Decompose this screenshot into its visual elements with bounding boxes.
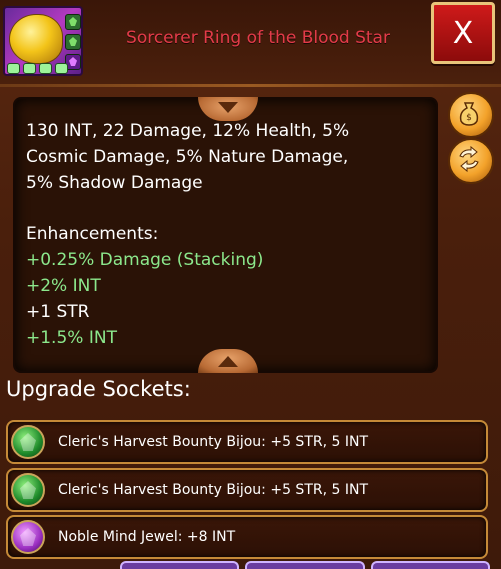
item-detail-window: Sorcerer Ring of the Blood Star X $ 130 … bbox=[0, 0, 501, 569]
enhancement-line: +0.25% Damage (Stacking) bbox=[26, 250, 264, 270]
svg-text:$: $ bbox=[466, 113, 472, 123]
swap-button[interactable] bbox=[448, 138, 494, 184]
item-stats: 130 INT, 22 Damage, 12% Health, 5% Cosmi… bbox=[26, 118, 426, 196]
socket-slot[interactable]: Cleric's Harvest Bounty Bijou: +5 STR, 5… bbox=[6, 420, 488, 464]
quality-dot bbox=[55, 63, 68, 74]
stats-line: Cosmic Damage, 5% Nature Damage, bbox=[26, 147, 349, 167]
enhancement-line: +2% INT bbox=[26, 276, 101, 296]
bottom-tab[interactable] bbox=[245, 561, 365, 569]
green-gem-icon bbox=[65, 14, 81, 30]
socket-label: Cleric's Harvest Bounty Bijou: +5 STR, 5… bbox=[58, 434, 369, 450]
stats-line: 5% Shadow Damage bbox=[26, 173, 203, 193]
golden-cat-head-icon[interactable] bbox=[3, 6, 83, 76]
close-button[interactable]: X bbox=[431, 2, 495, 64]
money-bag-icon: $ bbox=[459, 102, 479, 126]
quality-dots bbox=[7, 63, 68, 74]
socket-slot[interactable]: Noble Mind Jewel: +8 INT bbox=[6, 515, 488, 559]
quality-dot bbox=[23, 63, 36, 74]
enhancements-section: Enhancements: +0.25% Damage (Stacking) +… bbox=[26, 221, 426, 351]
green-gem-icon bbox=[11, 425, 45, 459]
swap-arrows-icon bbox=[459, 145, 479, 173]
stats-line: 130 INT, 22 Damage, 12% Health, 5% bbox=[26, 121, 350, 141]
socket-label: Noble Mind Jewel: +8 INT bbox=[58, 529, 236, 545]
header-divider bbox=[0, 84, 501, 87]
upgrade-sockets-heading: Upgrade Sockets: bbox=[6, 377, 191, 401]
enhancements-heading: Enhancements: bbox=[26, 224, 159, 244]
item-title: Sorcerer Ring of the Blood Star bbox=[126, 28, 390, 48]
purple-gem-icon bbox=[11, 520, 45, 554]
socket-slot[interactable]: Cleric's Harvest Bounty Bijou: +5 STR, 5… bbox=[6, 468, 488, 512]
quality-dot bbox=[39, 63, 52, 74]
item-header: Sorcerer Ring of the Blood Star X bbox=[0, 0, 501, 86]
quality-dot bbox=[7, 63, 20, 74]
bottom-tab-strip bbox=[120, 561, 490, 569]
socket-label: Cleric's Harvest Bounty Bijou: +5 STR, 5… bbox=[58, 482, 369, 498]
chevron-up-icon bbox=[218, 356, 238, 367]
enhancement-line: +1 STR bbox=[26, 302, 90, 322]
green-gem-icon bbox=[65, 34, 81, 50]
bottom-tab[interactable] bbox=[120, 561, 240, 569]
green-gem-icon bbox=[11, 473, 45, 507]
sell-button[interactable]: $ bbox=[448, 92, 494, 138]
item-portrait bbox=[9, 14, 63, 64]
chevron-down-icon bbox=[218, 102, 238, 113]
enhancement-line: +1.5% INT bbox=[26, 328, 117, 348]
bottom-tab[interactable] bbox=[370, 561, 490, 569]
